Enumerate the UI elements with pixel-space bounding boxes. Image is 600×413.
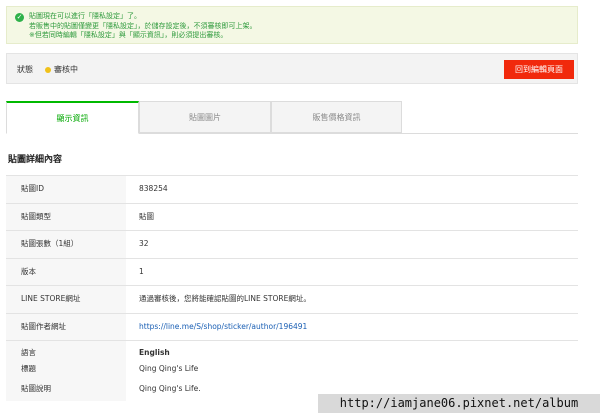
table-row: 貼圖ID 838254	[6, 175, 578, 203]
row-key: LINE STORE網址	[6, 286, 126, 313]
tab-display-info[interactable]: 顯示資訊	[6, 101, 139, 134]
row-value: 貼圖	[139, 211, 154, 221]
row-value: 32	[139, 239, 149, 248]
row-value: Qing Qing's Life.	[139, 384, 201, 393]
notice-line-1: 貼圖現在可以進行「隱私設定」了。	[29, 12, 141, 20]
tab-bar: 顯示資訊 貼圖圖片 販售價格資訊	[6, 101, 578, 134]
back-to-edit-button[interactable]: 回到編輯頁面	[504, 60, 574, 79]
status-value: 審核中	[54, 65, 78, 74]
status-label: 狀態	[17, 65, 33, 74]
row-key: 貼圖ID	[6, 176, 126, 203]
row-value: English	[139, 348, 170, 357]
row-value: 通過審核後，您將能確認貼圖的LINE STORE網址。	[139, 294, 311, 303]
row-value: 838254	[139, 184, 168, 193]
table-row: 標題 Qing Qing's Life	[6, 359, 578, 379]
notice-line-2: 若販售中的貼圖僅變更「隱私設定」，於儲存設定後，不須審核即可上架。	[29, 21, 257, 30]
author-url-link[interactable]: https://line.me/S/shop/sticker/author/19…	[139, 314, 307, 341]
details-table: 貼圖ID 838254 貼圖類型 貼圖 貼圖張數（1組） 32 版本 1 LIN…	[6, 175, 578, 401]
table-row: 貼圖類型 貼圖	[6, 202, 578, 230]
row-key: 標題	[6, 359, 126, 379]
status-dot-icon	[45, 67, 51, 73]
row-key: 貼圖張數（1組）	[6, 231, 126, 258]
notice-line-3: ※但若同時編輯「隱私設定」與「顯示資訊」，則必須提出審核。	[29, 31, 228, 39]
row-key: 貼圖說明	[6, 379, 126, 401]
table-row: 貼圖張數（1組） 32	[6, 230, 578, 258]
table-row: LINE STORE網址 通過審核後，您將能確認貼圖的LINE STORE網址。	[6, 285, 578, 313]
status-bar: 狀態 審核中 回到編輯頁面	[6, 53, 578, 84]
row-key: 語言	[6, 341, 126, 359]
row-key: 版本	[6, 258, 126, 285]
tab-sales-price-info[interactable]: 販售價格資訊	[271, 101, 402, 133]
row-value: Qing Qing's Life	[139, 364, 199, 373]
row-value: 1	[139, 266, 144, 276]
check-circle-icon: ✓	[15, 13, 24, 22]
row-key: 貼圖作者網址	[6, 313, 126, 340]
notice-banner: ✓ 貼圖現在可以進行「隱私設定」了。 若販售中的貼圖僅變更「隱私設定」，於儲存設…	[6, 6, 578, 44]
tab-sticker-images[interactable]: 貼圖圖片	[139, 101, 271, 133]
row-key: 貼圖類型	[6, 203, 126, 230]
table-row: 版本 1	[6, 257, 578, 285]
table-row: 語言 English	[6, 340, 578, 359]
watermark-url: http://iamjane06.pixnet.net/album	[318, 394, 600, 413]
table-row: 貼圖作者網址 https://line.me/S/shop/sticker/au…	[6, 312, 578, 341]
section-title: 貼圖詳細內容	[8, 155, 63, 165]
